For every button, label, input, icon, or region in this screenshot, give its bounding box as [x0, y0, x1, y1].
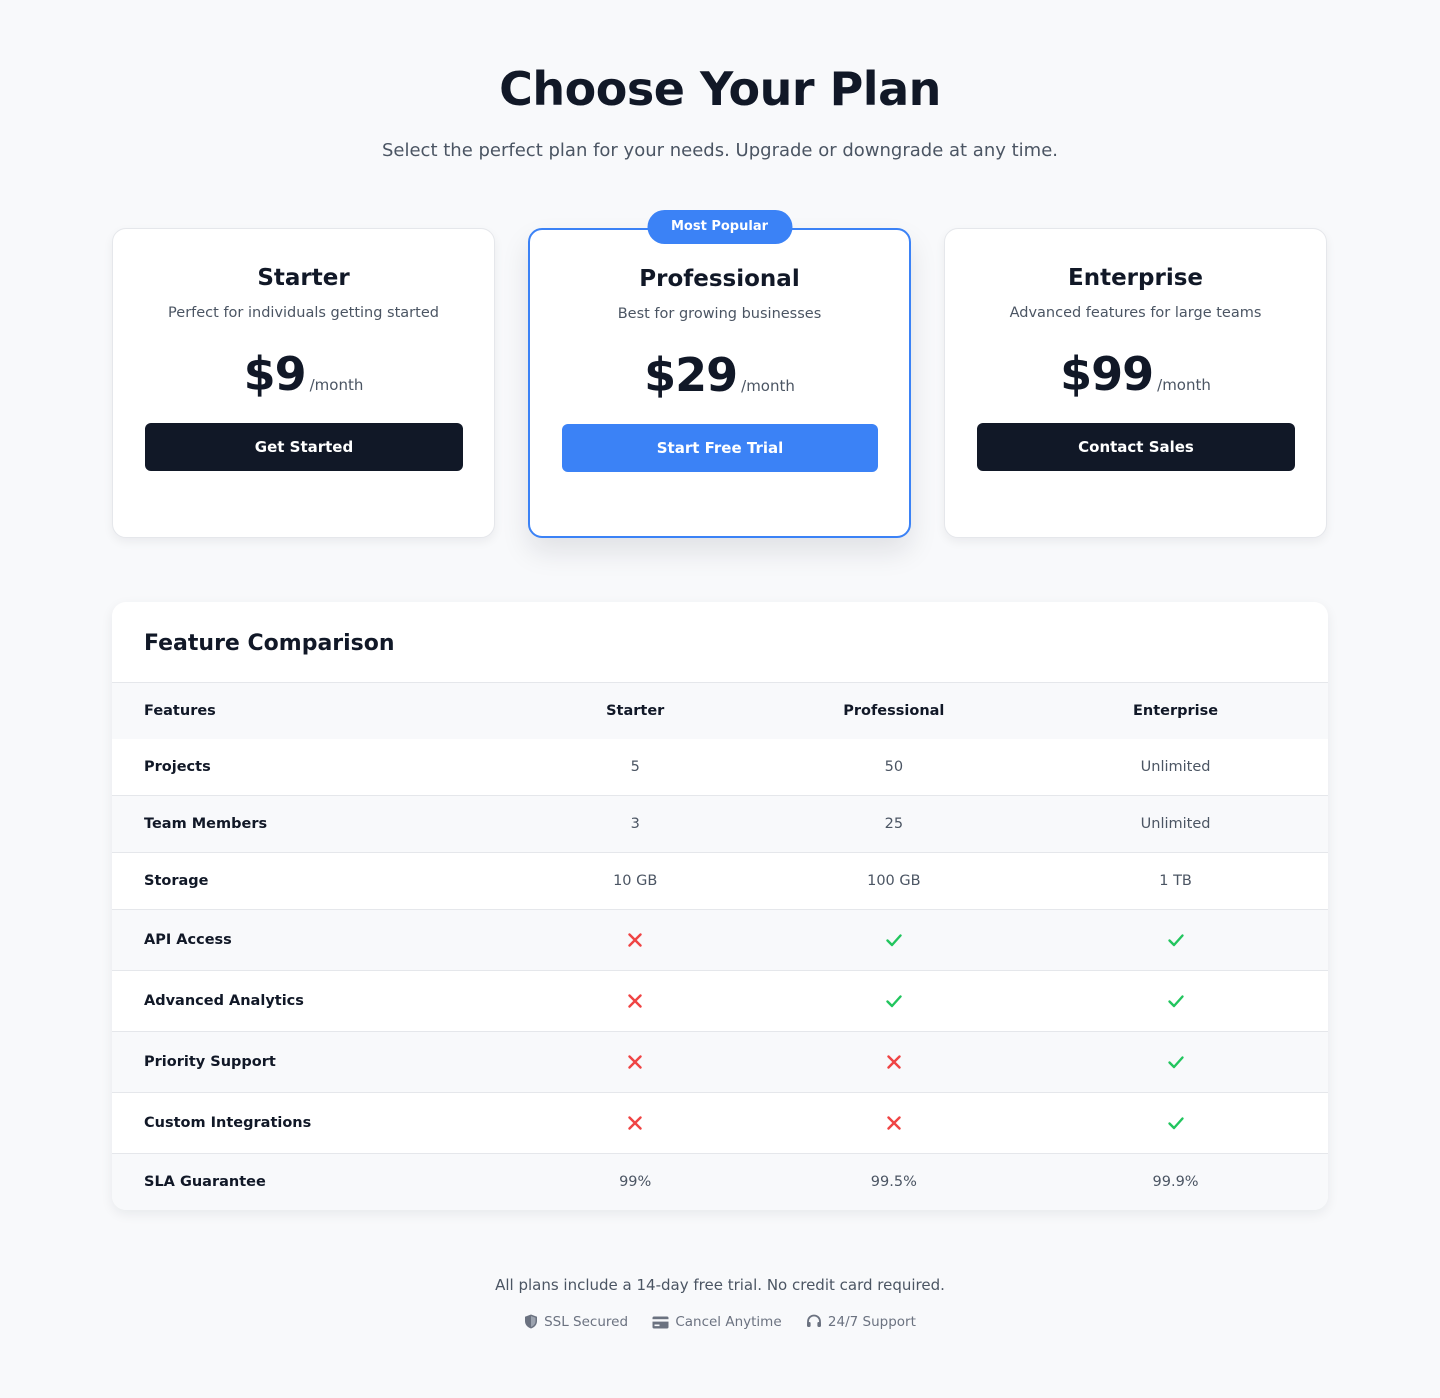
credit-card-icon — [652, 1316, 669, 1329]
comparison-title: Feature Comparison — [112, 602, 1328, 683]
plan-description: Perfect for individuals getting started — [168, 305, 439, 321]
trust-badge-label: 24/7 Support — [827, 1314, 916, 1330]
check-icon — [1167, 995, 1184, 1008]
x-icon — [628, 994, 642, 1008]
page-subtitle: Select the perfect plan for your needs. … — [381, 140, 1059, 161]
feature-value-cell: 10 GB — [613, 873, 658, 889]
feature-included-cell — [1023, 1114, 1328, 1132]
feature-excluded-cell — [765, 1053, 1024, 1071]
trust-badge: 24/7 Support — [806, 1314, 916, 1330]
feature-name: SLA Guarantee — [144, 1174, 266, 1190]
feature-name: Team Members — [144, 816, 268, 832]
price-period: /month — [741, 377, 795, 395]
feature-value-cell: 99.5% — [870, 1174, 917, 1190]
table-row: Custom Integrations — [112, 1093, 1328, 1154]
table-row: Priority Support — [112, 1032, 1328, 1093]
feature-value-cell: 100 GB — [867, 873, 921, 889]
most-popular-badge: Most Popular — [646, 210, 793, 244]
plan-price: $29/month — [530, 348, 909, 402]
table-row: Advanced Analytics — [112, 971, 1328, 1032]
table-row: API Access — [112, 910, 1328, 971]
trust-badge-label: Cancel Anytime — [675, 1314, 782, 1330]
feature-included-cell — [765, 931, 1024, 949]
plan-name: Starter — [257, 265, 350, 291]
price-period: /month — [309, 376, 364, 394]
price-amount: $29 — [644, 348, 738, 402]
feature-excluded-cell — [506, 1114, 765, 1132]
x-icon — [887, 1116, 901, 1130]
feature-value-cell: 99% — [619, 1174, 652, 1190]
x-icon — [628, 1055, 642, 1069]
feature-value-cell: 3 — [630, 816, 640, 832]
x-icon — [887, 1055, 901, 1069]
table-row: Projects 5 50 Unlimited — [112, 739, 1328, 796]
plan-price: $9/month — [113, 347, 494, 401]
x-icon — [628, 1116, 642, 1130]
plan-description: Advanced features for large teams — [1009, 305, 1262, 321]
feature-comparison-table: Feature Comparison Features Starter Prof… — [112, 602, 1328, 1210]
price-amount: $9 — [243, 347, 307, 401]
feature-included-cell — [765, 992, 1024, 1010]
contact-sales-button[interactable]: Contact Sales — [977, 423, 1295, 471]
feature-included-cell — [1023, 1053, 1328, 1071]
get-started-button[interactable]: Get Started — [145, 423, 463, 471]
start-free-trial-button[interactable]: Start Free Trial — [562, 424, 878, 472]
feature-value-cell: Unlimited — [1140, 759, 1211, 775]
plan-price: $99/month — [945, 347, 1326, 401]
price-amount: $99 — [1060, 347, 1154, 401]
plan-card-enterprise: Enterprise Advanced features for large t… — [944, 228, 1327, 538]
check-icon — [1167, 1056, 1184, 1069]
table-row: SLA Guarantee 99% 99.5% 99.9% — [112, 1154, 1328, 1210]
feature-value-cell: 25 — [884, 816, 904, 832]
table-header-row: Features Starter Professional Enterprise — [112, 683, 1328, 739]
trust-badge: SSL Secured — [524, 1314, 628, 1330]
trust-badge-label: SSL Secured — [544, 1314, 629, 1330]
plan-name: Professional — [639, 266, 800, 292]
plan-description: Best for growing businesses — [617, 306, 822, 322]
feature-value-cell: Unlimited — [1140, 816, 1211, 832]
feature-excluded-cell — [506, 992, 765, 1010]
table-body: Projects 5 50 Unlimited Team Members 3 25 Unlim… — [112, 739, 1328, 1210]
feature-included-cell — [1023, 931, 1328, 949]
check-icon — [1167, 1117, 1184, 1130]
column-header: Enterprise — [1133, 703, 1219, 719]
plan-card-starter: Starter Perfect for individuals getting … — [112, 228, 495, 538]
feature-name: API Access — [144, 932, 232, 948]
check-icon — [1167, 934, 1184, 947]
feature-name: Projects — [144, 759, 211, 775]
feature-name: Custom Integrations — [144, 1115, 312, 1131]
pricing-plans: Starter Perfect for individuals getting … — [112, 210, 1328, 538]
feature-name: Priority Support — [144, 1054, 276, 1070]
column-header: Starter — [606, 703, 665, 719]
table-row: Storage 10 GB 100 GB 1 TB — [112, 853, 1328, 910]
trust-badge: Cancel Anytime — [652, 1314, 782, 1330]
feature-value-cell: 50 — [884, 759, 904, 775]
feature-name: Storage — [144, 873, 209, 889]
price-period: /month — [1157, 376, 1211, 394]
column-header: Professional — [843, 703, 945, 719]
feature-included-cell — [1023, 992, 1328, 1010]
page-title: Choose Your Plan — [499, 62, 941, 116]
feature-value-cell: 1 TB — [1159, 873, 1192, 889]
check-icon — [886, 995, 902, 1008]
feature-value-cell: 99.9% — [1152, 1174, 1199, 1190]
plan-card-professional: Most Popular Professional Best for growi… — [528, 210, 911, 538]
x-icon — [628, 933, 642, 947]
headset-icon — [806, 1314, 821, 1327]
table-row: Team Members 3 25 Unlimited — [112, 796, 1328, 853]
column-header: Features — [144, 703, 216, 719]
trust-badges: SSL Secured Cancel Anytime 24/7 Support — [0, 1314, 1440, 1330]
feature-excluded-cell — [765, 1114, 1024, 1132]
check-icon — [886, 934, 902, 947]
feature-excluded-cell — [506, 1053, 765, 1071]
feature-excluded-cell — [506, 931, 765, 949]
shield-icon — [525, 1314, 538, 1329]
feature-value-cell: 5 — [630, 759, 640, 775]
plan-name: Enterprise — [1067, 265, 1203, 291]
feature-name: Advanced Analytics — [144, 993, 304, 1009]
footer-note: All plans include a 14-day free trial. N… — [495, 1276, 945, 1294]
